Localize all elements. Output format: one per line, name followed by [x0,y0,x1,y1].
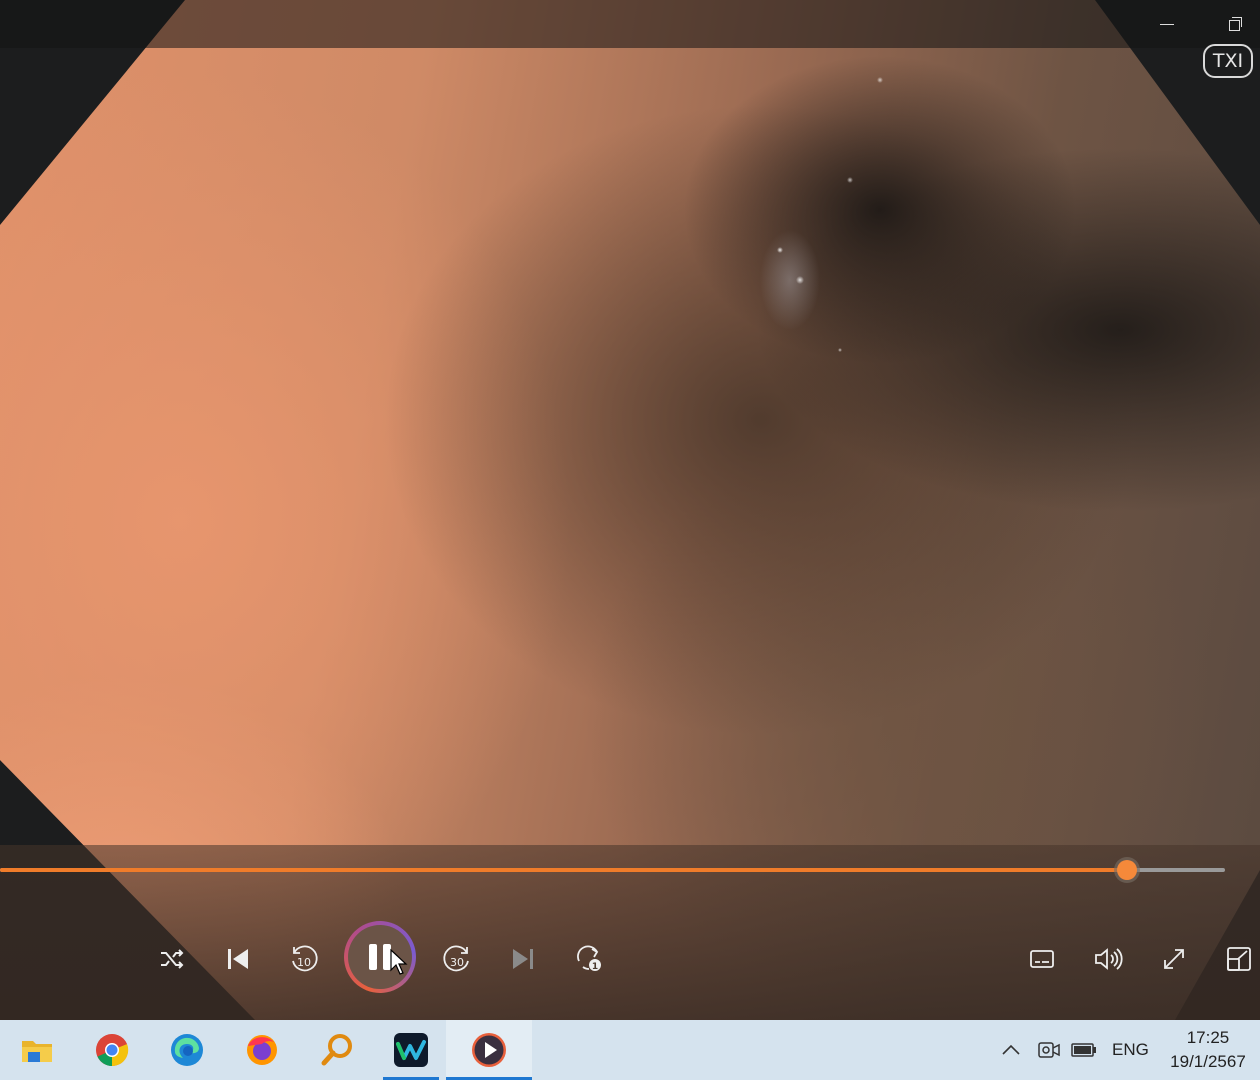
fullscreen-icon [1164,949,1184,969]
language-indicator[interactable]: ENG [1112,1020,1149,1080]
taskbar-search-app[interactable] [309,1020,365,1080]
light-reflection [740,50,920,370]
taskbar-webex[interactable] [383,1020,439,1080]
volume-button[interactable] [1087,938,1129,980]
clock[interactable]: 17:25 19/1/2567 [1160,1026,1256,1074]
webex-icon [394,1033,428,1067]
chevron-up-icon [1002,1044,1020,1055]
volume-icon [1095,948,1123,970]
chrome-icon [96,1034,129,1067]
firefox-icon [247,1035,277,1065]
edge-icon [171,1034,203,1066]
minimize-button[interactable] [1152,10,1182,38]
clock-date: 19/1/2567 [1170,1052,1246,1071]
seek-bar-thumb[interactable] [1117,860,1137,880]
mini-player-button[interactable] [1218,938,1260,980]
video-surface[interactable]: TXI 10 30 1 [0,0,1260,1020]
media-player-icon [472,1033,506,1067]
taskbar-file-explorer[interactable] [9,1020,65,1080]
previous-icon [228,949,248,969]
next-button[interactable] [502,938,544,980]
clock-time: 17:25 [1186,1028,1230,1047]
restore-button[interactable] [1220,10,1250,38]
shuffle-button[interactable] [151,938,193,980]
fullscreen-button[interactable] [1153,938,1195,980]
svg-text:30: 30 [450,956,464,969]
txi-overlay-badge: TXI [1203,44,1253,78]
tray-battery[interactable] [1070,1020,1098,1080]
taskbar: ENG 17:25 19/1/2567 [0,1020,1260,1080]
rewind-10-button[interactable]: 10 [283,938,325,980]
mini-player-icon [1227,947,1251,971]
rewind-10-icon: 10 [292,945,318,972]
battery-icon [1071,1043,1096,1057]
taskbar-firefox[interactable] [234,1020,290,1080]
tray-meet-now[interactable] [1037,1020,1061,1080]
next-icon [513,949,533,969]
taskbar-edge[interactable] [159,1020,215,1080]
repeat-one-button[interactable]: 1 [568,938,610,980]
svg-text:1: 1 [592,962,598,972]
subtitles-icon [1030,950,1054,968]
forward-30-button[interactable]: 30 [436,938,478,980]
seek-bar-progress [0,868,1127,872]
svg-text:10: 10 [297,956,311,969]
shuffle-icon [161,949,184,969]
taskbar-chrome[interactable] [84,1020,140,1080]
forward-30-icon: 30 [443,945,469,972]
tray-overflow-button[interactable] [1000,1020,1022,1080]
camera-icon [1038,1042,1060,1058]
subtitles-button[interactable] [1021,938,1063,980]
repeat-one-icon: 1 [577,945,601,972]
previous-button[interactable] [217,938,259,980]
mouse-cursor-icon [390,948,408,975]
taskbar-media-player[interactable] [446,1020,532,1080]
search-app-icon [321,1034,352,1066]
file-explorer-icon [22,1041,52,1062]
title-bar [0,0,1260,48]
